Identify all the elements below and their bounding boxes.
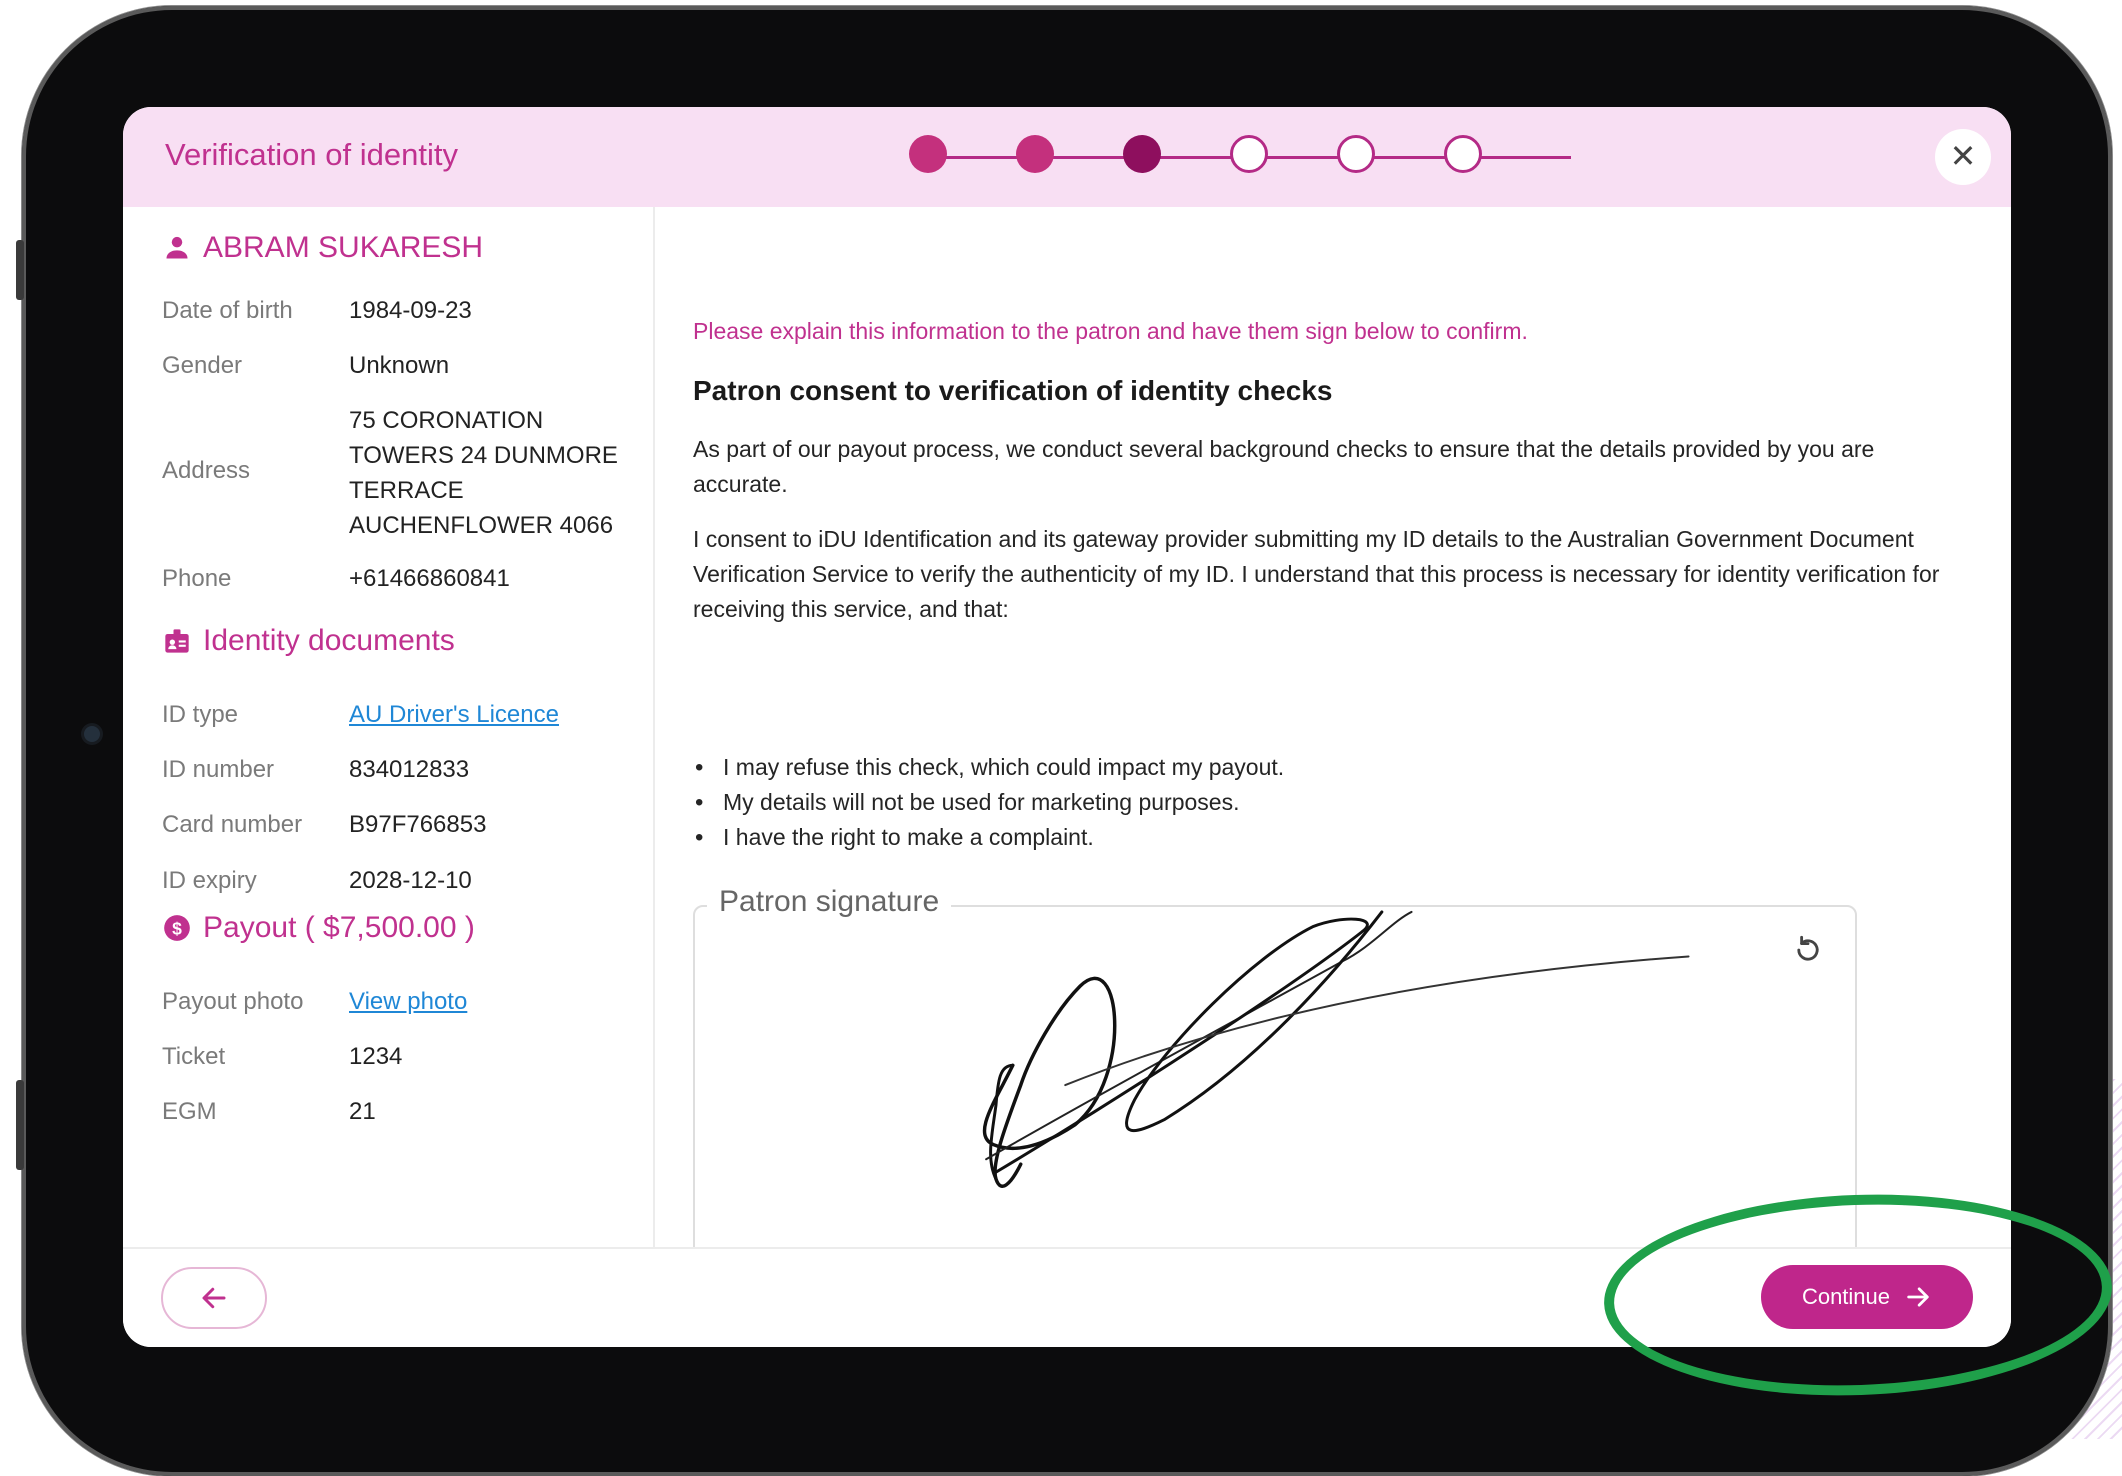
device-side-button bbox=[16, 240, 24, 300]
egm-value: 21 bbox=[349, 1098, 376, 1125]
address-line: TERRACE bbox=[349, 477, 464, 504]
identity-documents-heading: Identity documents bbox=[163, 624, 455, 658]
continue-button[interactable]: Continue bbox=[1761, 1265, 1973, 1329]
view-photo-link[interactable]: View photo bbox=[349, 984, 467, 1019]
list-item: I have the right to make a complaint. bbox=[693, 820, 1284, 855]
address-label: Address bbox=[162, 457, 251, 484]
list-item: I may refuse this check, which could imp… bbox=[693, 750, 1284, 785]
app-screen: Verification of identity ✕ ABRAM SUKARES… bbox=[123, 107, 2011, 1347]
dob-label: Date of birth bbox=[162, 297, 293, 324]
payout-title: Payout ( $7,500.00 ) bbox=[203, 911, 475, 944]
signature-drawing bbox=[982, 910, 1690, 1188]
consent-bullets: I may refuse this check, which could imp… bbox=[693, 750, 1284, 855]
svg-text:$: $ bbox=[172, 918, 182, 938]
card-number-label: Card number bbox=[162, 811, 303, 838]
continue-label: Continue bbox=[1801, 1284, 1891, 1309]
consent-paragraph-1: As part of our payout process, we conduc… bbox=[693, 436, 1875, 497]
egm-label: EGM bbox=[162, 1098, 217, 1125]
step-2 bbox=[1016, 135, 1054, 173]
consent-panel: Please explain this information to the p… bbox=[655, 207, 2011, 1281]
patron-name-heading: ABRAM SUKARESH bbox=[163, 231, 483, 265]
step-1 bbox=[909, 135, 947, 173]
close-icon: ✕ bbox=[1949, 138, 1977, 174]
gender-label: Gender bbox=[162, 352, 243, 379]
arrow-right-icon bbox=[1907, 1287, 1929, 1307]
identity-documents-title: Identity documents bbox=[203, 624, 455, 657]
id-type-label: ID type bbox=[162, 701, 239, 728]
page-title: Verification of identity bbox=[165, 137, 458, 172]
phone-value: +61466860841 bbox=[349, 565, 510, 592]
patron-details-panel: ABRAM SUKARESH Date of birth 1984-09-23 … bbox=[123, 207, 655, 1247]
address-line: 75 CORONATION bbox=[349, 407, 544, 434]
id-type-link[interactable]: AU Driver's Licence bbox=[349, 697, 559, 732]
address-line: TOWERS 24 DUNMORE bbox=[349, 442, 618, 469]
id-number-value: 834012833 bbox=[349, 756, 470, 783]
close-button[interactable]: ✕ bbox=[1935, 129, 1991, 185]
id-badge-icon bbox=[165, 629, 189, 653]
dollar-circle-icon: $ bbox=[164, 915, 190, 941]
header-bar: Verification of identity ✕ bbox=[123, 107, 2011, 207]
list-item: My details will not be used for marketin… bbox=[693, 785, 1284, 820]
instruction-text: Please explain this information to the p… bbox=[693, 318, 1528, 344]
consent-paragraph-2: I consent to iDU Identification and its … bbox=[693, 526, 1940, 622]
dob-value: 1984-09-23 bbox=[349, 297, 472, 324]
payout-photo-label: Payout photo bbox=[162, 988, 304, 1015]
phone-label: Phone bbox=[162, 565, 232, 592]
patron-name: ABRAM SUKARESH bbox=[203, 231, 484, 264]
progress-stepper bbox=[909, 135, 1613, 179]
ticket-label: Ticket bbox=[162, 1043, 226, 1070]
consent-title: Patron consent to verification of identi… bbox=[693, 375, 1333, 406]
ticket-value: 1234 bbox=[349, 1043, 403, 1070]
card-number-value: B97F766853 bbox=[349, 811, 487, 838]
payout-heading: $ Payout ( $7,500.00 ) bbox=[163, 911, 475, 945]
signature-pad[interactable]: Patron signature bbox=[693, 885, 1857, 1281]
id-number-label: ID number bbox=[162, 756, 275, 783]
step-6 bbox=[1444, 135, 1482, 173]
id-expiry-label: ID expiry bbox=[162, 867, 257, 894]
step-5 bbox=[1337, 135, 1375, 173]
arrow-left-icon bbox=[202, 1287, 226, 1309]
id-expiry-value: 2028-12-10 bbox=[349, 867, 472, 894]
device-side-button bbox=[16, 1080, 24, 1170]
address-line: AUCHENFLOWER 4066 bbox=[349, 512, 614, 539]
back-button[interactable] bbox=[161, 1267, 267, 1329]
step-4 bbox=[1230, 135, 1268, 173]
step-3 bbox=[1123, 135, 1161, 173]
address-value: 75 CORONATION TOWERS 24 DUNMORE TERRACE … bbox=[349, 403, 618, 543]
camera bbox=[84, 726, 100, 742]
gender-value: Unknown bbox=[349, 352, 450, 379]
reset-icon[interactable] bbox=[1791, 933, 1825, 967]
person-icon bbox=[166, 236, 188, 259]
footer-bar: Continue bbox=[123, 1247, 2011, 1347]
